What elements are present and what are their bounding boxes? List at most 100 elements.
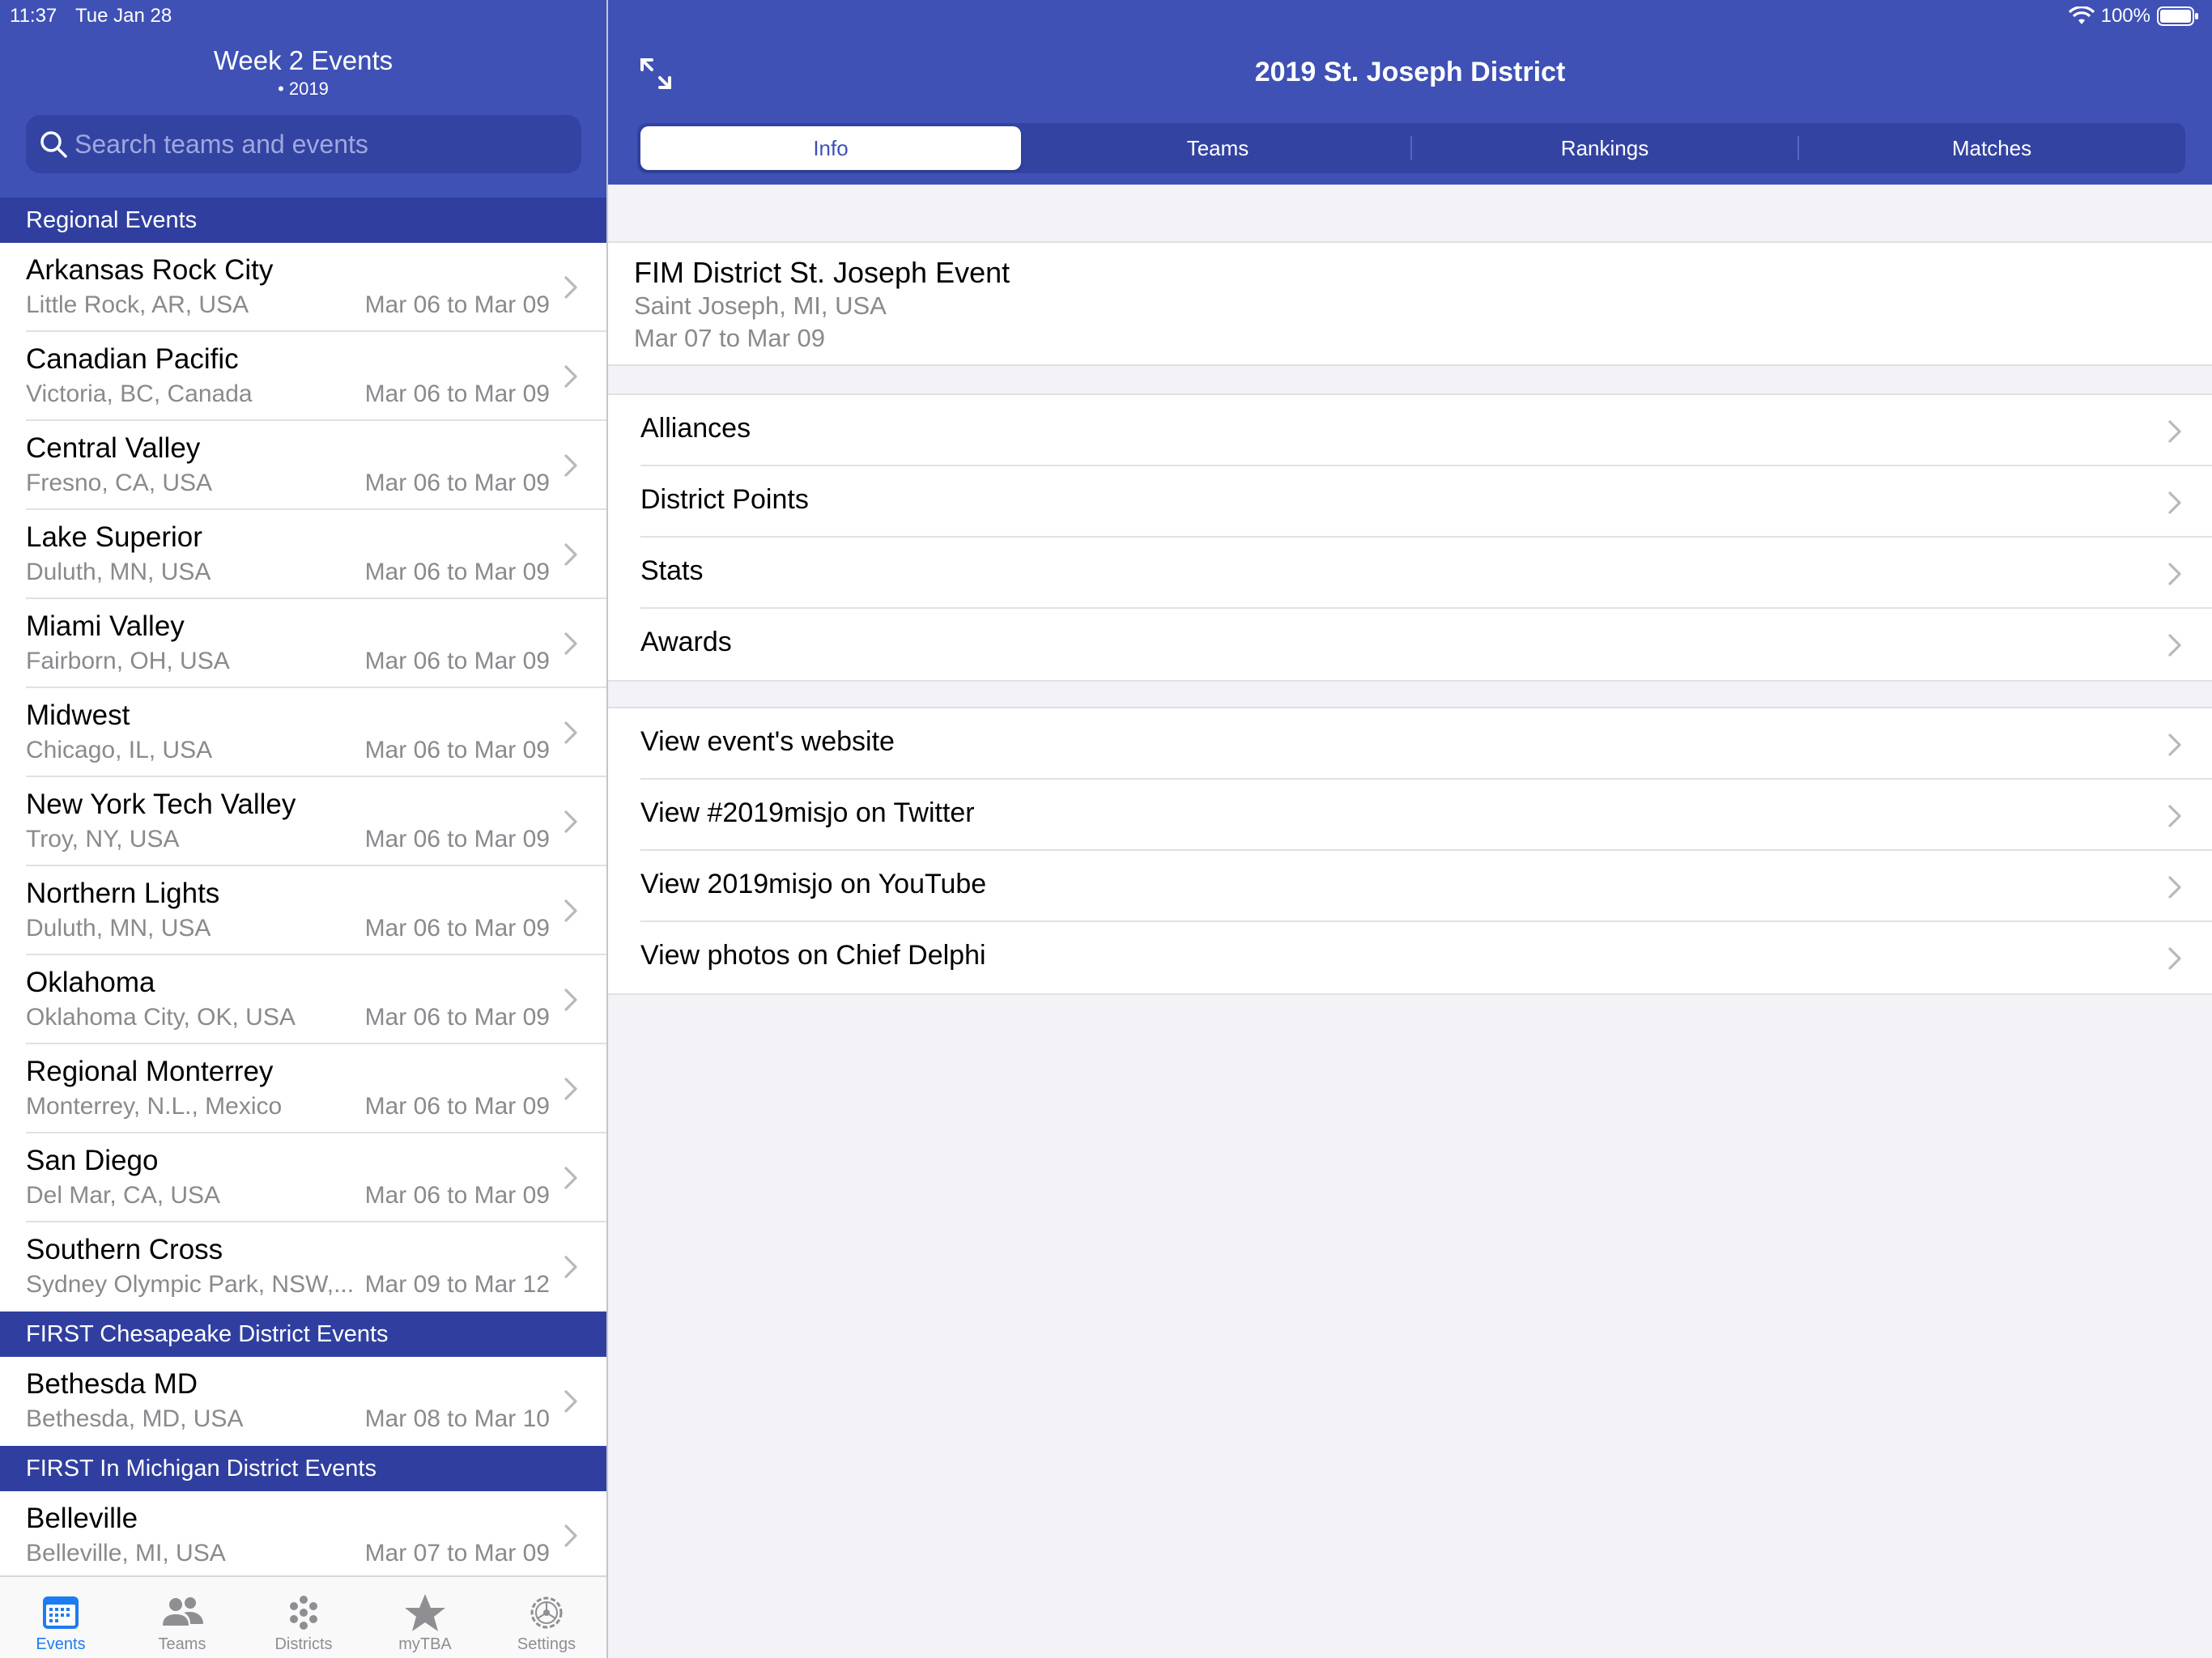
events-list-pane: 11:37 Tue Jan 28 Week 2 Events • 2019 Re… xyxy=(0,0,606,1658)
event-dates: Mar 06 to Mar 09 xyxy=(364,1004,550,1031)
segment-info[interactable]: Info xyxy=(640,126,1021,170)
event-row-southern-cross[interactable]: Southern Cross Sydney Olympic Park, NSW,.… xyxy=(0,1222,606,1312)
row-alliances[interactable]: Alliances xyxy=(608,395,2212,466)
event-dates: Mar 06 to Mar 09 xyxy=(364,380,550,407)
event-name: Canadian Pacific xyxy=(26,343,239,375)
segment-teams[interactable]: Teams xyxy=(1027,126,1408,170)
status-indicators: 100% xyxy=(2068,5,2199,28)
districts-icon xyxy=(290,1596,317,1630)
events-list[interactable]: Regional Events Arkansas Rock City Little … xyxy=(0,198,606,1575)
event-location: Fairborn, OH, USA xyxy=(26,648,230,674)
event-name: New York Tech Valley xyxy=(26,789,296,820)
event-location: Belleville, MI, USA xyxy=(26,1540,226,1567)
event-dates: Mar 06 to Mar 09 xyxy=(364,648,550,674)
events-title[interactable]: Week 2 Events xyxy=(0,45,606,76)
chevron-right-icon xyxy=(564,1390,577,1413)
event-row-bethesda-md[interactable]: Bethesda MD Bethesda, MD, USA Mar 08 to Ma… xyxy=(0,1357,606,1446)
row-label: View 2019misjo on YouTube xyxy=(640,869,987,899)
star-icon xyxy=(405,1594,445,1631)
segment-separator xyxy=(1410,136,1412,160)
tab-events[interactable]: Events xyxy=(0,1577,121,1658)
chevron-right-icon xyxy=(2168,876,2181,899)
event-row-belleville[interactable]: Belleville Belleville, MI, USA Mar 07 to M… xyxy=(0,1491,606,1575)
event-row-midwest[interactable]: Midwest Chicago, IL, USA Mar 06 to Mar 09 xyxy=(0,688,606,777)
chevron-right-icon xyxy=(564,810,577,833)
event-dates: Mar 06 to Mar 09 xyxy=(364,291,550,318)
wifi-icon xyxy=(2068,6,2095,24)
chevron-right-icon xyxy=(564,1524,577,1547)
tab-label: Districts xyxy=(274,1635,333,1653)
event-location: Duluth, MN, USA xyxy=(26,559,211,585)
event-name: Regional Monterrey xyxy=(26,1056,274,1087)
event-row-canadian-pacific[interactable]: Canadian Pacific Victoria, BC, Canada Mar … xyxy=(0,332,606,421)
battery-percent: 100% xyxy=(2100,5,2150,27)
status-time: 11:37 xyxy=(10,5,57,27)
event-row-san-diego[interactable]: San Diego Del Mar, CA, USA Mar 06 to Mar 0… xyxy=(0,1133,606,1222)
event-row-new-york-tech-valley[interactable]: New York Tech Valley Troy, NY, USA Mar 06 … xyxy=(0,777,606,866)
chevron-right-icon xyxy=(2168,634,2181,657)
row-awards[interactable]: Awards xyxy=(608,609,2212,680)
event-row-central-valley[interactable]: Central Valley Fresno, CA, USA Mar 06 to M… xyxy=(0,421,606,510)
chevron-right-icon xyxy=(564,276,577,299)
event-name: San Diego xyxy=(26,1145,159,1176)
event-row-northern-lights[interactable]: Northern Lights Duluth, MN, USA Mar 06 to … xyxy=(0,866,606,955)
event-row-lake-superior[interactable]: Lake Superior Duluth, MN, USA Mar 06 to Ma… xyxy=(0,510,606,599)
chevron-right-icon xyxy=(564,365,577,388)
event-row-miami-valley[interactable]: Miami Valley Fairborn, OH, USA Mar 06 to M… xyxy=(0,599,606,688)
search-input[interactable] xyxy=(74,115,568,173)
events-year[interactable]: • 2019 xyxy=(0,79,606,100)
chevron-right-icon xyxy=(2168,563,2181,585)
tab-teams[interactable]: Teams xyxy=(121,1577,243,1658)
event-name: Arkansas Rock City xyxy=(26,254,274,286)
event-dates: Mar 09 to Mar 12 xyxy=(364,1271,550,1298)
people-icon xyxy=(163,1597,203,1626)
event-row-arkansas-rock-city[interactable]: Arkansas Rock City Little Rock, AR, USA Ma… xyxy=(0,243,606,332)
row-stats[interactable]: Stats xyxy=(608,538,2212,609)
event-dates: Mar 06 to Mar 09 xyxy=(364,915,550,942)
tab-settings[interactable]: Settings xyxy=(486,1577,606,1658)
calendar-icon xyxy=(43,1596,79,1629)
tab-districts[interactable]: Districts xyxy=(243,1577,364,1658)
event-name: Oklahoma xyxy=(26,967,155,998)
event-location: Victoria, BC, Canada xyxy=(26,380,253,407)
event-location: Chicago, IL, USA xyxy=(26,737,213,763)
event-name: Bethesda MD xyxy=(26,1368,198,1400)
row-view-event-s-website[interactable]: View event's website xyxy=(608,708,2212,780)
event-name: Northern Lights xyxy=(26,878,220,909)
event-segmented-control[interactable]: Info Teams Rankings Matches xyxy=(637,123,2185,173)
event-location: Troy, NY, USA xyxy=(26,826,180,852)
chevron-right-icon xyxy=(564,1078,577,1100)
event-location: Little Rock, AR, USA xyxy=(26,291,249,318)
section-header: FIRST In Michigan District Events xyxy=(0,1446,606,1491)
event-location: Monterrey, N.L., Mexico xyxy=(26,1093,283,1120)
event-name: Midwest xyxy=(26,699,130,731)
chevron-right-icon xyxy=(564,543,577,566)
event-name: Miami Valley xyxy=(26,610,185,642)
event-row-regional-monterrey[interactable]: Regional Monterrey Monterrey, N.L., Mexic… xyxy=(0,1044,606,1133)
event-dates: Mar 06 to Mar 09 xyxy=(364,1182,550,1209)
event-details-group: Alliances District Points Stats Awards xyxy=(608,393,2212,682)
chevron-right-icon xyxy=(564,1167,577,1189)
segment-rankings[interactable]: Rankings xyxy=(1414,126,1795,170)
row-district-points[interactable]: District Points xyxy=(608,466,2212,538)
battery-icon xyxy=(2157,6,2198,26)
row-label: View event's website xyxy=(640,726,895,757)
tab-bar: Events Teams Districts myTBA Settings xyxy=(0,1575,606,1658)
segment-separator xyxy=(1797,136,1799,160)
chevron-right-icon xyxy=(564,899,577,922)
event-name: Central Valley xyxy=(26,432,201,464)
event-row-oklahoma[interactable]: Oklahoma Oklahoma City, OK, USA Mar 06 to … xyxy=(0,955,606,1044)
row-view-2019misjo-on-youtube[interactable]: View 2019misjo on YouTube xyxy=(608,851,2212,922)
segment-matches[interactable]: Matches xyxy=(1802,126,2182,170)
tab-mytba[interactable]: myTBA xyxy=(364,1577,486,1658)
chevron-right-icon xyxy=(2168,805,2181,827)
search-bar[interactable] xyxy=(26,115,581,173)
chevron-right-icon xyxy=(564,988,577,1011)
row-view-photos-on-chief-delphi[interactable]: View photos on Chief Delphi xyxy=(608,922,2212,993)
section-header: Regional Events xyxy=(0,198,606,243)
row-view-2019misjo-on-twitter[interactable]: View #2019misjo on Twitter xyxy=(608,780,2212,851)
gear-icon xyxy=(530,1596,563,1629)
event-nav-bar: 100% 2019 St. Joseph District Info Teams R… xyxy=(608,0,2212,185)
section-header: FIRST Chesapeake District Events xyxy=(0,1312,606,1357)
chevron-right-icon xyxy=(564,1256,577,1278)
